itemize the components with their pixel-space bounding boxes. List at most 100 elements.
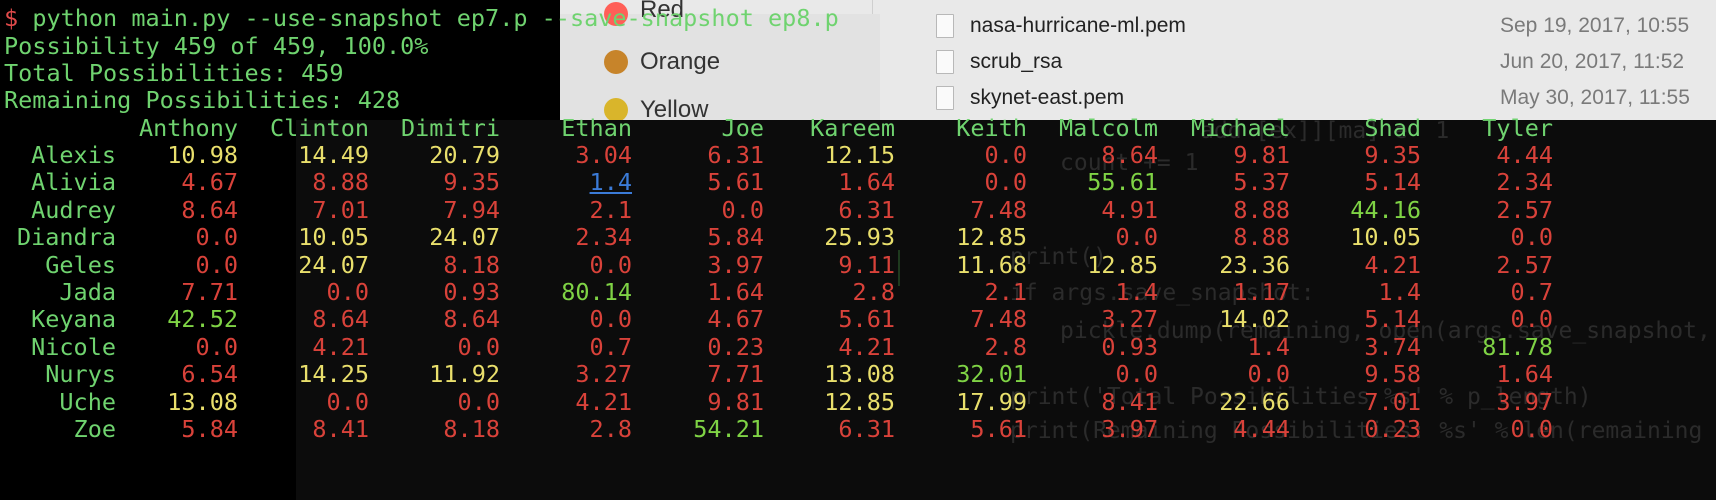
value-cell: 2.34 [1496, 168, 1553, 197]
value-cell: 7.71 [707, 360, 764, 389]
row-label: Alivia [31, 168, 116, 197]
value-cell: 0.0 [721, 195, 764, 224]
row-label: Jada [59, 278, 116, 306]
row-label: Audrey [31, 195, 116, 224]
value-cell: 1.64 [838, 168, 895, 197]
value-cell: 3.97 [707, 250, 764, 279]
value-cell: 7.48 [970, 195, 1027, 224]
terminal-window[interactable]: $ python main.py --use-snapshot ep7.p --… [0, 0, 1716, 500]
value-link[interactable]: 1.4 [522, 168, 632, 196]
value-cell: 42.52 [167, 305, 238, 334]
value-cell: 0.0 [1510, 415, 1553, 443]
command-text: python main.py --use-snapshot ep7.p --sa… [32, 4, 839, 32]
value-cell: 1.4 [1247, 332, 1290, 361]
value-cell: 6.31 [838, 195, 895, 224]
value-cell: 14.49 [298, 141, 369, 169]
value-cell: 10.05 [1350, 223, 1421, 252]
value-cell: 0.0 [457, 387, 500, 416]
value-cell: 7.01 [1364, 387, 1421, 416]
value-cell: 32.01 [956, 360, 1027, 389]
value-cell: 2.34 [575, 223, 632, 252]
value-cell: 8.41 [312, 415, 369, 443]
value-cell: 0.7 [1510, 278, 1553, 306]
value-cell: 81.78 [1482, 332, 1553, 361]
column-header: Kareem [810, 114, 895, 142]
value-cell: 12.85 [956, 223, 1027, 252]
value-cell: 0.0 [984, 168, 1027, 197]
value-cell: 1.4 [1115, 278, 1158, 306]
value-cell: 0.7 [589, 332, 632, 361]
value-cell: 44.16 [1350, 195, 1421, 224]
value-cell: 6.31 [838, 415, 895, 443]
value-cell: 10.05 [298, 223, 369, 252]
value-cell: 1.64 [707, 278, 764, 306]
value-cell: 2.8 [589, 415, 632, 443]
value-cell: 5.84 [707, 223, 764, 252]
value-cell: 5.61 [838, 305, 895, 334]
column-header: Clinton [269, 114, 369, 142]
value-cell: 8.64 [443, 305, 500, 334]
value-cell: 22.66 [1219, 387, 1290, 416]
value-cell: 4.67 [707, 305, 764, 334]
value-cell: 3.04 [575, 141, 632, 169]
row-label: Keyana [31, 305, 116, 334]
value-cell: 12.85 [1087, 250, 1158, 279]
value-cell: 8.18 [443, 415, 500, 443]
value-cell: 4.44 [1233, 415, 1290, 443]
total-line: Total Possibilities: 459 [4, 59, 344, 87]
column-header: Keith [956, 114, 1027, 142]
value-cell: 0.0 [589, 250, 632, 279]
value-cell: 8.41 [1101, 387, 1158, 416]
value-cell: 23.36 [1219, 250, 1290, 279]
value-cell: 0.93 [1101, 332, 1158, 361]
column-header: Anthony [138, 114, 238, 142]
value-cell: 0.23 [707, 332, 764, 361]
command-line: $ python main.py --use-snapshot ep7.p --… [4, 4, 839, 32]
value-cell: 3.97 [1496, 387, 1553, 416]
row-label: Geles [45, 250, 116, 279]
value-cell: 13.08 [167, 387, 238, 416]
value-cell: 55.61 [1087, 168, 1158, 197]
value-cell: 9.81 [1233, 141, 1290, 169]
value-cell: 4.21 [575, 387, 632, 416]
value-cell: 8.64 [1101, 141, 1158, 169]
value-cell: 3.27 [1101, 305, 1158, 334]
value-cell: 4.91 [1101, 195, 1158, 224]
value-cell: 0.93 [443, 278, 500, 306]
value-cell: 0.0 [1115, 223, 1158, 252]
value-cell: 5.61 [970, 415, 1027, 443]
value-cell: 24.07 [429, 223, 500, 252]
value-cell: 8.64 [312, 305, 369, 334]
value-cell: 0.0 [1510, 223, 1553, 252]
value-cell: 0.0 [195, 223, 238, 252]
value-cell: 4.21 [838, 332, 895, 361]
value-cell: 5.37 [1233, 168, 1290, 197]
value-cell: 11.68 [956, 250, 1027, 279]
value-cell: 8.88 [1233, 223, 1290, 252]
value-cell: 13.08 [824, 360, 895, 389]
value-cell: 2.1 [589, 195, 632, 224]
value-cell: 7.71 [181, 278, 238, 306]
value-cell: 6.54 [181, 360, 238, 389]
row-label: Uche [59, 387, 116, 416]
value-cell: 24.07 [298, 250, 369, 279]
value-cell: 8.18 [443, 250, 500, 279]
value-cell: 0.0 [326, 387, 369, 416]
row-label: Diandra [16, 223, 116, 252]
value-cell: 17.99 [956, 387, 1027, 416]
value-cell: 11.92 [429, 360, 500, 389]
value-cell: 2.57 [1496, 250, 1553, 279]
value-cell: 7.01 [312, 195, 369, 224]
value-cell: 80.14 [561, 278, 632, 306]
column-header: Dimitri [400, 114, 500, 142]
value-cell: 0.0 [589, 305, 632, 334]
column-header: Ethan [561, 114, 632, 142]
value-cell: 2.8 [984, 332, 1027, 361]
value-cell: 4.67 [181, 168, 238, 197]
value-cell: 5.14 [1364, 305, 1421, 334]
value-cell: 1.4 [1378, 278, 1421, 306]
value-cell: 12.85 [824, 387, 895, 416]
remaining-line: Remaining Possibilities: 428 [4, 86, 401, 114]
value-cell: 0.0 [984, 141, 1027, 169]
value-cell: 4.44 [1496, 141, 1553, 169]
